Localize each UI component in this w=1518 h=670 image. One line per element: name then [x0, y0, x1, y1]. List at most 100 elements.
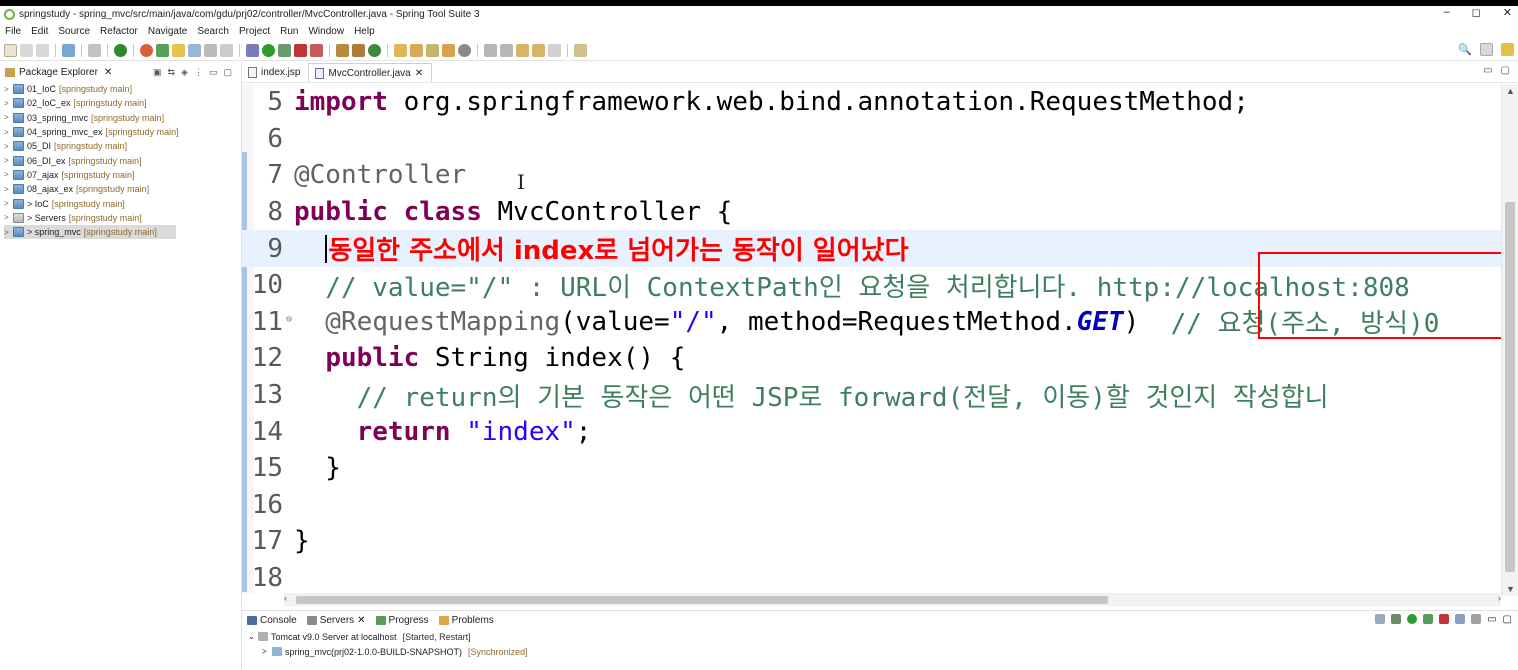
chevron-right-icon[interactable]: > [4, 85, 13, 94]
search-tool-icon[interactable] [426, 43, 439, 57]
boot-dashboard-icon[interactable] [114, 43, 127, 57]
web-browser-icon[interactable] [458, 43, 471, 57]
menu-project[interactable]: Project [239, 26, 270, 37]
menu-edit[interactable]: Edit [31, 26, 48, 37]
chevron-right-icon[interactable]: > [4, 99, 13, 108]
tab-servers[interactable]: Servers ✕ [306, 615, 366, 626]
list-item[interactable]: >07_ajax [springstudy main] [4, 168, 240, 182]
list-item[interactable]: >04_spring_mvc_ex [springstudy main] [4, 125, 240, 139]
maximize-icon[interactable]: ▢ [223, 67, 232, 78]
minimize-icon[interactable]: ▭ [1487, 614, 1496, 625]
new-package-icon[interactable] [336, 43, 349, 57]
menu-refactor[interactable]: Refactor [100, 26, 138, 37]
list-item[interactable]: >01_IoC [springstudy main] [4, 82, 240, 96]
menu-run[interactable]: Run [280, 26, 298, 37]
close-icon[interactable]: ✕ [357, 615, 365, 626]
list-item[interactable]: >03_spring_mvc [springstudy main] [4, 111, 240, 125]
chevron-right-icon[interactable]: > [4, 156, 13, 165]
link-with-editor-icon[interactable]: ⇆ [168, 67, 176, 78]
last-edit-icon[interactable] [516, 43, 529, 57]
new-icon[interactable] [4, 43, 17, 57]
close-icon[interactable]: ✕ [104, 67, 112, 78]
refresh-icon[interactable] [140, 43, 153, 57]
list-item[interactable]: >06_DI_ex [springstudy main] [4, 153, 240, 167]
list-item[interactable]: > > IoC [springstudy main] [4, 196, 240, 210]
tab-index-jsp[interactable]: index.jsp [242, 63, 308, 82]
start-server-icon[interactable] [1407, 614, 1418, 624]
chevron-right-icon[interactable]: > [4, 213, 13, 222]
tab-console[interactable]: Console [247, 615, 297, 626]
pin-editor-icon[interactable] [574, 43, 587, 57]
menu-search[interactable]: Search [197, 26, 229, 37]
next-annotation-icon[interactable] [484, 43, 497, 57]
open-type-icon[interactable] [394, 43, 407, 57]
previous-annotation-icon[interactable] [500, 43, 513, 57]
save-all-icon[interactable] [36, 43, 49, 57]
link-icon[interactable] [188, 43, 201, 57]
menu-help[interactable]: Help [354, 26, 375, 37]
minimize-icon[interactable]: ▭ [1483, 65, 1492, 76]
chevron-right-icon[interactable]: > [4, 228, 13, 237]
list-item[interactable]: > > Servers [springstudy main] [4, 211, 240, 225]
profile-server-icon[interactable] [1423, 614, 1434, 624]
block-select-icon[interactable] [204, 43, 217, 57]
chevron-right-icon[interactable]: > [4, 170, 13, 179]
chevron-right-icon[interactable]: > [262, 647, 272, 656]
server-row[interactable]: ⌄ Tomcat v9.0 Server at localhost [Start… [242, 629, 1518, 644]
new-class-icon[interactable] [352, 43, 365, 57]
list-item[interactable]: >05_DI [springstudy main] [4, 139, 240, 153]
close-icon[interactable]: ✕ [415, 68, 423, 79]
list-item[interactable]: >08_ajax_ex [springstudy main] [4, 182, 240, 196]
close-button[interactable]: ✕ [1503, 6, 1512, 19]
search-icon[interactable]: 🔍 [1458, 43, 1472, 56]
debug-server-icon[interactable] [1391, 614, 1402, 624]
mark-occurrences-icon[interactable] [172, 43, 185, 57]
menu-navigate[interactable]: Navigate [148, 26, 187, 37]
focus-icon[interactable]: ◈ [181, 67, 188, 78]
chevron-right-icon[interactable]: > [4, 199, 13, 208]
fold-toggle-icon[interactable]: ⊖ [286, 314, 292, 325]
tab-mvccontroller-java[interactable]: MvcController.java ✕ [308, 63, 433, 82]
open-folder-icon[interactable] [442, 43, 455, 57]
terminal-icon[interactable] [62, 43, 75, 57]
stop-icon[interactable] [294, 43, 307, 57]
collapse-all-icon[interactable]: ▣ [153, 67, 162, 78]
minimize-icon[interactable]: ▭ [209, 67, 218, 78]
horizontal-scrollbar[interactable]: ‹ › [284, 593, 1501, 606]
code-editor[interactable]: 5 import org.springframework.web.bind.ann… [242, 84, 1502, 594]
back-icon[interactable] [532, 43, 545, 57]
disconnect-icon[interactable] [1471, 614, 1482, 624]
run-icon[interactable] [262, 43, 275, 57]
list-item[interactable]: >02_IoC_ex [springstudy main] [4, 96, 240, 110]
forward-icon[interactable] [548, 43, 561, 57]
chevron-right-icon[interactable]: > [4, 113, 13, 122]
spring-icon[interactable] [156, 43, 169, 57]
view-menu-icon[interactable]: ⋮ [194, 67, 203, 78]
list-item[interactable]: > > spring_mvc [springstudy main] [4, 224, 176, 240]
show-whitespace-icon[interactable] [220, 43, 233, 57]
coverage-icon[interactable] [278, 43, 291, 57]
perspective-icon[interactable] [1480, 43, 1493, 56]
maximize-button[interactable]: ◻ [1472, 6, 1481, 19]
chevron-down-icon[interactable]: ⌄ [248, 632, 258, 641]
debug-icon[interactable] [246, 43, 259, 57]
minimize-button[interactable]: – [1444, 6, 1450, 19]
scrollbar-thumb[interactable] [1505, 202, 1515, 572]
menu-window[interactable]: Window [308, 26, 344, 37]
collapse-icon[interactable] [1375, 614, 1386, 624]
chevron-right-icon[interactable]: > [4, 142, 13, 151]
save-icon[interactable] [20, 43, 33, 57]
stop-server-icon[interactable] [1439, 614, 1450, 624]
vertical-scrollbar[interactable]: ▲ ▼ [1501, 84, 1518, 596]
tab-problems[interactable]: Problems [438, 615, 494, 626]
skip-breakpoints-icon[interactable] [88, 43, 101, 57]
tab-progress[interactable]: Progress [375, 615, 429, 626]
scroll-left-icon[interactable]: ‹ [284, 593, 287, 603]
chevron-right-icon[interactable]: > [4, 128, 13, 137]
open-task-icon[interactable] [410, 43, 423, 57]
menu-file[interactable]: File [5, 26, 21, 37]
java-perspective-icon[interactable] [1501, 43, 1514, 56]
external-tools-icon[interactable] [310, 43, 323, 57]
publish-icon[interactable] [1455, 614, 1466, 624]
scroll-right-icon[interactable]: › [1498, 593, 1501, 603]
